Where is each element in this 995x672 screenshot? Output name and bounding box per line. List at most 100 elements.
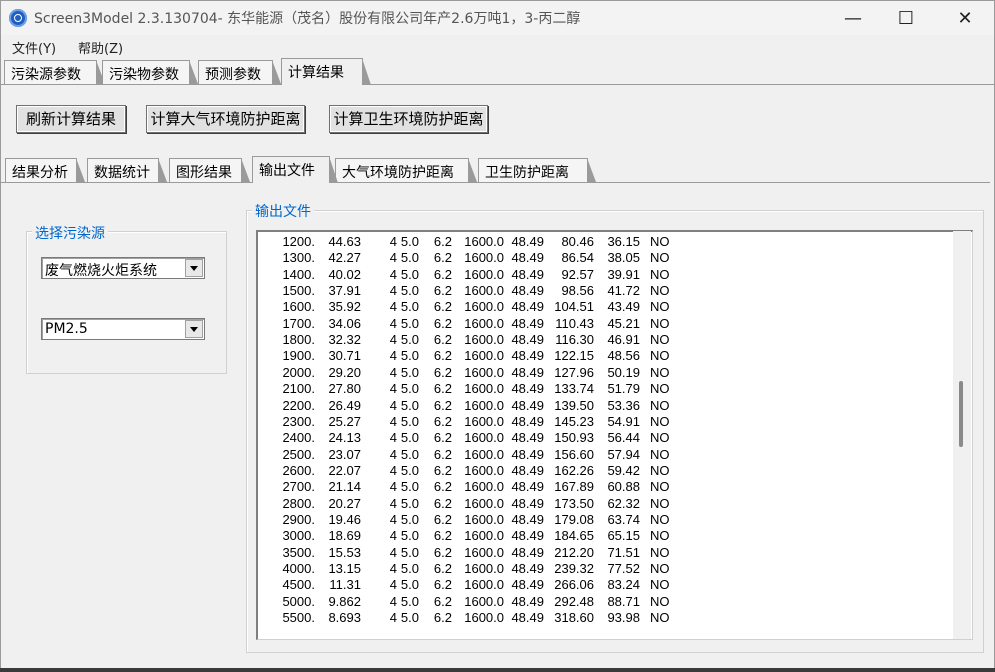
subtab-data-statistics[interactable]: 数据统计 <box>87 158 167 182</box>
subtab-output-file[interactable]: 输出文件 <box>252 156 338 183</box>
output-cell: 1600.0 <box>464 332 504 348</box>
output-cell: 4 <box>389 479 397 495</box>
subtab-graphic-results[interactable]: 图形结果 <box>169 158 250 182</box>
refresh-results-button[interactable]: 刷新计算结果 <box>16 105 126 133</box>
output-cell: 1300. <box>282 250 315 266</box>
output-cell: 2400. <box>282 430 315 446</box>
output-cell: 40.02 <box>328 266 361 282</box>
select-source-panel <box>26 231 227 374</box>
chevron-down-icon[interactable] <box>185 320 203 338</box>
output-cell: 22.07 <box>328 462 361 478</box>
subtab-atmospheric-distance[interactable]: 大气环境防护距离 <box>335 158 477 182</box>
output-cell: 6.2 <box>433 234 452 249</box>
output-cell: 48.49 <box>511 266 544 282</box>
output-cell: 1600.0 <box>464 250 504 266</box>
output-cell: 2500. <box>282 446 315 462</box>
output-cell: 21.14 <box>328 479 361 495</box>
output-cell: 1600.0 <box>464 266 504 282</box>
output-cell: 1800. <box>282 332 315 348</box>
output-cell: 6.2 <box>433 561 452 576</box>
output-cell: 48.49 <box>511 413 544 429</box>
output-cell: NO <box>650 397 670 413</box>
output-cell: NO <box>650 266 670 282</box>
output-cell: 24.13 <box>328 430 361 446</box>
output-cell: 156.60 <box>554 446 594 462</box>
maximize-button[interactable]: ☐ <box>883 1 929 35</box>
output-cell: 5.0 <box>400 430 419 446</box>
output-cell: 6.2 <box>433 381 452 397</box>
output-cell: 5500. <box>282 610 315 626</box>
output-cell: NO <box>650 446 670 462</box>
output-cell: NO <box>650 462 670 478</box>
output-cell: 48.49 <box>511 544 544 560</box>
subtab-health-distance[interactable]: 卫生防护距离 <box>478 158 596 182</box>
output-cell: NO <box>650 593 670 609</box>
output-cell: 1600.0 <box>464 511 504 527</box>
output-cell: 4 <box>389 511 397 527</box>
output-cell: 4 <box>389 250 397 266</box>
tab-prediction-params[interactable]: 预测参数 <box>198 60 281 84</box>
output-cell: 6.2 <box>433 364 452 380</box>
source-select-value: 废气燃烧火炬系统 <box>45 263 157 279</box>
output-cell: 4 <box>389 544 397 560</box>
output-cell: 4500. <box>282 577 315 593</box>
tab-pollutant-params[interactable]: 污染物参数 <box>102 60 198 84</box>
output-cell: 5.0 <box>400 234 419 249</box>
output-scrollbar-thumb[interactable] <box>959 381 963 447</box>
output-cell: 48.49 <box>511 511 544 527</box>
output-cell: 80.46 <box>561 234 594 249</box>
output-cell: 19.46 <box>328 511 361 527</box>
menu-file[interactable]: 文件(Y) <box>12 38 56 57</box>
output-cell: 1600.0 <box>464 364 504 380</box>
source-select[interactable]: 废气燃烧火炬系统 <box>41 257 205 279</box>
output-cell: 48.49 <box>511 577 544 593</box>
output-cell: 48.49 <box>511 495 544 511</box>
output-cell: 30.71 <box>328 348 361 364</box>
output-cell: 4 <box>389 397 397 413</box>
close-button[interactable]: ✕ <box>942 1 988 35</box>
chevron-down-icon[interactable] <box>185 259 203 277</box>
output-cell: NO <box>650 315 670 331</box>
output-cell: 48.49 <box>511 610 544 626</box>
pollutant-select[interactable]: PM2.5 <box>41 318 205 340</box>
output-cell: 44.63 <box>328 234 361 249</box>
output-cell: 25.27 <box>328 413 361 429</box>
output-cell: 4 <box>389 364 397 380</box>
menu-help[interactable]: 帮助(Z) <box>78 38 123 57</box>
output-cell: NO <box>650 577 670 593</box>
output-cell: 2300. <box>282 413 315 429</box>
output-cell: 6.2 <box>433 446 452 462</box>
output-cell: 48.49 <box>511 561 544 576</box>
output-cell: 4 <box>389 577 397 593</box>
calc-atmospheric-distance-button[interactable]: 计算大气环境防护距离 <box>146 105 305 133</box>
output-cell: 1700. <box>282 315 315 331</box>
output-cell: 92.57 <box>561 266 594 282</box>
output-cell: 3000. <box>282 528 315 544</box>
output-cell: 318.60 <box>554 610 594 626</box>
output-cell: 5000. <box>282 593 315 609</box>
output-cell: 239.32 <box>554 561 594 576</box>
output-cell: 4 <box>389 381 397 397</box>
output-cell: 2800. <box>282 495 315 511</box>
output-cell: 5.0 <box>400 381 419 397</box>
output-cell: 5.0 <box>400 299 419 315</box>
output-cell: 5.0 <box>400 413 419 429</box>
tab-calculation-results[interactable]: 计算结果 <box>281 58 371 85</box>
output-cell: 50.19 <box>607 364 640 380</box>
window-title: Screen3Model 2.3.130704- 东华能源（茂名）股份有限公司年… <box>34 11 581 27</box>
output-textarea[interactable]: 1200. 44.63 4 5.0 6.2 1600.0 48.49 80.46 36.15 NO… <box>256 230 973 640</box>
output-cell: 6.2 <box>433 315 452 331</box>
output-cell: 4 <box>389 528 397 544</box>
tab-pollution-source-params[interactable]: 污染源参数 <box>4 60 105 84</box>
output-cell: 4 <box>389 462 397 478</box>
output-cell: 1600.0 <box>464 479 504 495</box>
output-cell: 5.0 <box>400 610 419 626</box>
output-cell: NO <box>650 610 670 626</box>
output-cell: 57.94 <box>607 446 640 462</box>
subtab-result-analysis[interactable]: 结果分析 <box>5 158 85 182</box>
calc-health-distance-button[interactable]: 计算卫生环境防护距离 <box>329 105 488 133</box>
output-cell: 48.49 <box>511 250 544 266</box>
output-cell: 173.50 <box>554 495 594 511</box>
minimize-button[interactable]: — <box>830 1 876 35</box>
output-cell: 1600.0 <box>464 495 504 511</box>
